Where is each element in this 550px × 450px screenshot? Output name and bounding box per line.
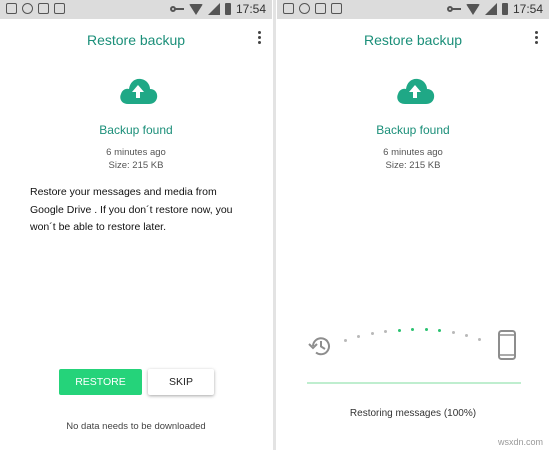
wifi-icon bbox=[188, 3, 203, 15]
transfer-dot bbox=[411, 328, 414, 331]
vpn-key-icon bbox=[446, 5, 461, 13]
backup-size: Size: 215 KB bbox=[385, 160, 441, 171]
status-time: 17:54 bbox=[235, 2, 266, 16]
restore-description: Restore your messages and media from Goo… bbox=[30, 184, 250, 237]
file-notification-icon bbox=[331, 3, 342, 14]
transfer-dot bbox=[452, 331, 455, 334]
more-vert-icon[interactable] bbox=[535, 31, 539, 44]
image-notification-icon bbox=[315, 3, 326, 14]
restore-progress-fill bbox=[307, 382, 521, 384]
backup-age: 6 minutes ago bbox=[383, 147, 443, 158]
history-icon bbox=[308, 337, 330, 356]
transfer-dot bbox=[465, 334, 468, 337]
backup-age: 6 minutes ago bbox=[106, 147, 166, 158]
page-title: Restore backup bbox=[363, 32, 463, 48]
transfer-dot bbox=[425, 328, 428, 331]
battery-icon bbox=[501, 3, 508, 15]
transfer-dot bbox=[398, 329, 401, 332]
description-line: Google Drive . If you don´t restore now,… bbox=[30, 203, 233, 216]
signal-icon bbox=[207, 3, 220, 15]
signal-icon bbox=[484, 3, 497, 15]
page-title: Restore backup bbox=[86, 32, 186, 48]
skip-button[interactable]: SKIP bbox=[148, 369, 214, 395]
transfer-dot bbox=[438, 329, 441, 332]
battery-icon bbox=[224, 3, 231, 15]
wifi-icon bbox=[465, 3, 480, 15]
more-vert-icon[interactable] bbox=[258, 31, 262, 44]
restoring-status: Restoring messages (100%) bbox=[349, 408, 477, 419]
cloud-upload-icon bbox=[397, 78, 435, 104]
backup-found-label: Backup found bbox=[376, 123, 450, 137]
screen-divider bbox=[273, 0, 276, 450]
status-bar: 17:54 bbox=[277, 0, 549, 19]
transfer-dot bbox=[344, 339, 347, 342]
description-line: won´t be able to restore later. bbox=[30, 221, 166, 233]
file-notification-icon bbox=[54, 3, 65, 14]
cloud-upload-icon bbox=[120, 78, 158, 104]
restore-progress-bar bbox=[307, 382, 521, 384]
smartphone-icon bbox=[498, 330, 516, 360]
sync-notification-icon bbox=[22, 3, 33, 14]
status-time: 17:54 bbox=[512, 2, 543, 16]
watermark: wsxdn.com bbox=[497, 437, 543, 447]
mail-notification-icon bbox=[283, 3, 294, 14]
image-notification-icon bbox=[38, 3, 49, 14]
vpn-key-icon bbox=[169, 5, 184, 13]
restore-prompt-screen: 17:54 Restore backup Backup found 6 minu… bbox=[0, 0, 272, 450]
restore-button[interactable]: RESTORE bbox=[59, 369, 142, 395]
backup-size: Size: 215 KB bbox=[108, 160, 164, 171]
download-note: No data needs to be downloaded bbox=[66, 421, 206, 432]
transfer-dot bbox=[357, 335, 360, 338]
restoring-screen: 17:54 Restore backup Backup found 6 minu… bbox=[277, 0, 549, 450]
sync-notification-icon bbox=[299, 3, 310, 14]
status-bar: 17:54 bbox=[0, 0, 272, 19]
transfer-dot bbox=[478, 338, 481, 341]
transfer-dot bbox=[384, 330, 387, 333]
description-line: Restore your messages and media from bbox=[30, 186, 217, 198]
backup-found-label: Backup found bbox=[99, 123, 173, 137]
mail-notification-icon bbox=[6, 3, 17, 14]
transfer-dot bbox=[371, 332, 374, 335]
